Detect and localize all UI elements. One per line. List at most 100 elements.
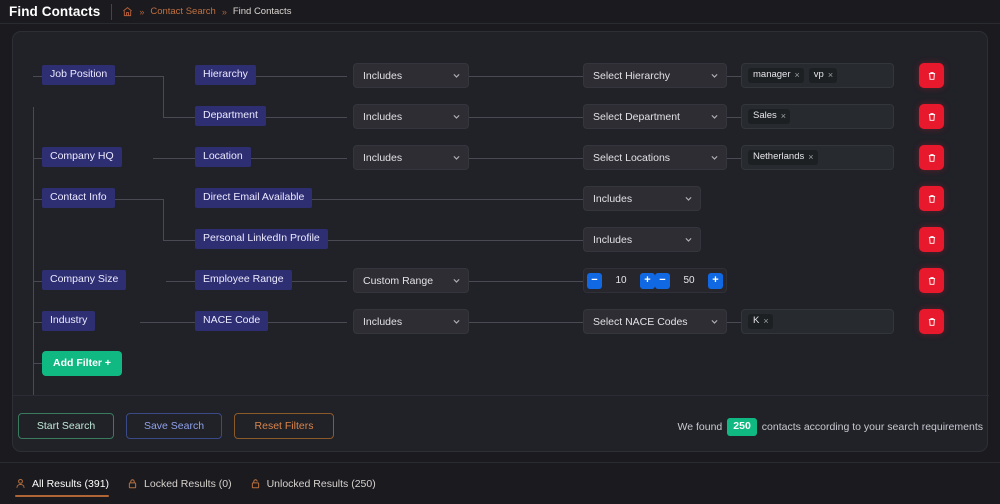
tab-locked-results[interactable]: Locked Results (0) [123,463,246,504]
category-badge-contact-info[interactable]: Contact Info [42,188,115,208]
category-badge-industry[interactable]: Industry [42,311,95,331]
field-badge-direct-email[interactable]: Direct Email Available [195,188,312,208]
start-search-button[interactable]: Start Search [18,413,114,439]
tag-input-nace-code[interactable]: K × [741,309,894,334]
chevron-down-icon [710,153,719,162]
connector-department [266,117,347,118]
connector-location [244,158,347,159]
value-select-nace-code[interactable]: Select NACE Codes [583,309,727,334]
tag-chip[interactable]: K × [748,314,773,329]
tag-remove-icon[interactable]: × [808,153,813,162]
category-badge-job-position[interactable]: Job Position [42,65,115,85]
delete-filter-button[interactable] [919,227,944,252]
subtree-branch-department [163,117,195,118]
save-search-button[interactable]: Save Search [126,413,222,439]
breadcrumb-link-contact-search[interactable]: Contact Search [150,6,215,17]
lead-line-company-hq [153,158,195,159]
category-badge-company-hq[interactable]: Company HQ [42,147,122,167]
operator-select-department[interactable]: Includes [353,104,469,129]
field-badge-linkedin-profile[interactable]: Personal LinkedIn Profile [195,229,328,249]
operator-select-hierarchy-value: Includes [363,70,402,82]
chevron-down-icon [452,317,461,326]
person-icon [15,478,26,489]
tag-input-department[interactable]: Sales × [741,104,894,129]
range-max-value[interactable]: 50 [670,275,708,286]
chevron-down-icon [452,71,461,80]
subtree-branch-linkedin [163,240,195,241]
trash-icon [927,276,937,286]
lock-closed-icon [127,478,138,489]
category-badge-company-size[interactable]: Company Size [42,270,126,290]
home-icon[interactable] [122,6,133,17]
operator-select-hierarchy[interactable]: Includes [353,63,469,88]
tag-remove-icon[interactable]: × [795,71,800,80]
breadcrumb-separator-2: » [222,7,227,17]
breadcrumb-current: Find Contacts [233,6,292,17]
connector-op-hierarchy [469,76,583,77]
trash-icon [927,235,937,245]
value-select-department[interactable]: Select Department [583,104,727,129]
range-min-decrement-button[interactable]: − [587,273,602,289]
tag-chip[interactable]: Netherlands × [748,150,818,165]
tag-chip[interactable]: Sales × [748,109,790,124]
value-select-hierarchy-value: Select Hierarchy [593,70,670,82]
tag-chip[interactable]: vp × [809,68,837,83]
tag-input-location[interactable]: Netherlands × [741,145,894,170]
operator-select-linkedin-profile[interactable]: Includes [583,227,701,252]
tag-label: Sales [753,111,777,121]
tag-label: Netherlands [753,152,804,162]
employee-range-stepper[interactable]: − 10 + − 50 + [583,268,727,293]
lead-line-company-size [166,281,195,282]
connector-op-location [469,158,583,159]
range-max-decrement-button[interactable]: − [655,273,670,289]
tab-all-results[interactable]: All Results (391) [9,463,123,504]
operator-select-direct-email-value: Includes [593,193,632,205]
operator-select-direct-email[interactable]: Includes [583,186,701,211]
result-count-badge: 250 [727,418,757,436]
result-summary-suffix: contacts according to your search requir… [762,421,983,433]
value-select-location[interactable]: Select Locations [583,145,727,170]
trash-icon [927,71,937,81]
tag-remove-icon[interactable]: × [828,71,833,80]
tab-unlocked-results[interactable]: Unlocked Results (250) [246,463,390,504]
chevron-down-icon [710,112,719,121]
add-filter-button[interactable]: Add Filter + [42,351,122,376]
operator-select-department-value: Includes [363,111,402,123]
delete-filter-button[interactable] [919,309,944,334]
operator-select-location-value: Includes [363,152,402,164]
range-max-increment-button[interactable]: + [708,273,723,289]
range-min-increment-button[interactable]: + [640,273,655,289]
tag-label: vp [814,70,824,80]
delete-filter-button[interactable] [919,186,944,211]
reset-filters-button[interactable]: Reset Filters [234,413,334,439]
tag-chip[interactable]: manager × [748,68,804,83]
delete-filter-button[interactable] [919,268,944,293]
value-select-hierarchy[interactable]: Select Hierarchy [583,63,727,88]
connector-nace [263,322,347,323]
tree-trunk-line [33,107,34,395]
tag-label: K [753,316,759,326]
field-badge-employee-range[interactable]: Employee Range [195,270,292,290]
tag-remove-icon[interactable]: × [763,317,768,326]
connector-val-nace [727,322,741,323]
operator-select-location[interactable]: Includes [353,145,469,170]
delete-filter-button[interactable] [919,63,944,88]
operator-select-nace-code[interactable]: Includes [353,309,469,334]
field-badge-department[interactable]: Department [195,106,266,126]
range-min-value[interactable]: 10 [602,275,640,286]
subtree-trunk-contact-info [163,199,164,240]
tag-input-hierarchy[interactable]: manager × vp × [741,63,894,88]
delete-filter-button[interactable] [919,104,944,129]
field-badge-hierarchy[interactable]: Hierarchy [195,65,256,85]
field-badge-nace-code[interactable]: NACE Code [195,311,268,331]
breadcrumb-separator-1: » [139,7,144,17]
tag-label: manager [753,70,791,80]
field-badge-location[interactable]: Location [195,147,251,167]
connector-op-department [469,117,583,118]
operator-select-employee-range[interactable]: Custom Range [353,268,469,293]
operator-select-linkedin-profile-value: Includes [593,234,632,246]
page-header: Find Contacts » Contact Search » Find Co… [0,0,1000,24]
tag-remove-icon[interactable]: × [781,112,786,121]
delete-filter-button[interactable] [919,145,944,170]
tab-all-results-label: All Results (391) [32,478,109,490]
